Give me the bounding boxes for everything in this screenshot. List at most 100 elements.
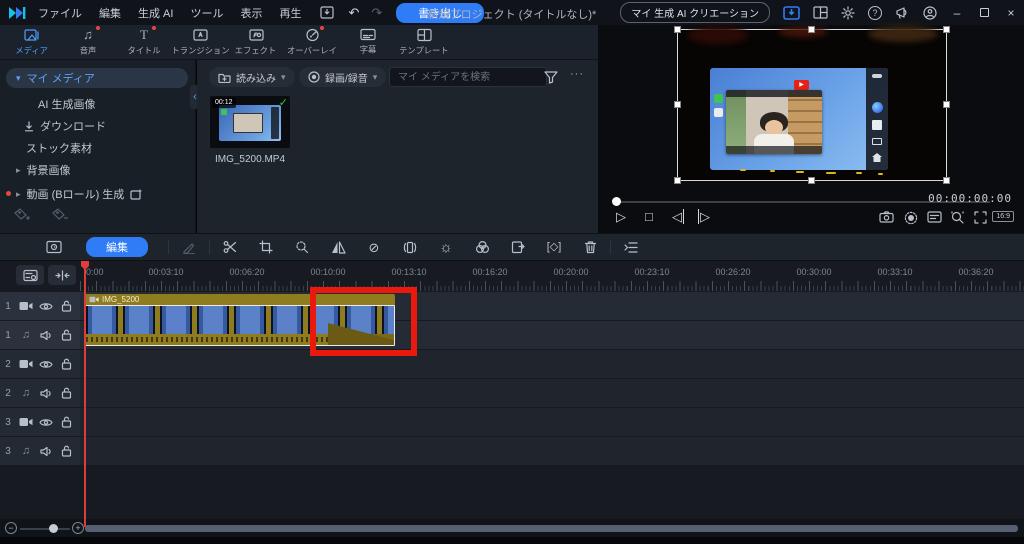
- aspect-ratio-button[interactable]: 16:9: [992, 211, 1014, 222]
- color-adjust-icon[interactable]: ☼: [428, 240, 464, 255]
- sidebar-item-background-images[interactable]: ▸ 背景画像: [16, 162, 71, 178]
- zoom-fit-icon[interactable]: [951, 211, 964, 224]
- sidebar-item-stock-media[interactable]: ストック素材: [26, 140, 92, 156]
- audio-lane-2[interactable]: [80, 379, 1024, 407]
- delete-icon[interactable]: [572, 240, 608, 254]
- save-project-icon[interactable]: [320, 6, 335, 19]
- render-preview-icon[interactable]: [904, 211, 918, 225]
- account-icon[interactable]: [923, 5, 937, 20]
- menu-play[interactable]: 再生: [279, 5, 301, 21]
- layout-icon[interactable]: [813, 6, 828, 19]
- add-tag-icon[interactable]: [14, 208, 30, 221]
- zoom-in-button[interactable]: +: [72, 522, 84, 534]
- media-item-thumbnail[interactable]: 00:12 ✓: [210, 96, 290, 148]
- keyframe-icon[interactable]: [◇]: [536, 241, 572, 254]
- selection-handle-sw[interactable]: [674, 177, 681, 184]
- track-lock-toggle[interactable]: [56, 387, 76, 399]
- next-frame-button[interactable]: ▷: [698, 209, 710, 225]
- selection-handle-nw[interactable]: [674, 26, 681, 33]
- track-visibility-toggle[interactable]: [36, 418, 56, 427]
- tab-audio[interactable]: ♫ 音声: [60, 25, 116, 57]
- export-button[interactable]: 書き出し: [396, 2, 485, 23]
- screen-record-tool-icon[interactable]: [36, 240, 72, 254]
- tab-effects[interactable]: エフェクト: [228, 28, 284, 57]
- fullscreen-icon[interactable]: [974, 211, 987, 224]
- track-mute-toggle[interactable]: [36, 446, 56, 457]
- sidebar-item-my-media[interactable]: ▾ マイ メディア: [6, 68, 188, 88]
- selection-handle-e[interactable]: [943, 101, 950, 108]
- display-sidebar: [866, 68, 888, 170]
- video-lane-2[interactable]: [80, 350, 1024, 378]
- stop-button[interactable]: □: [645, 209, 653, 224]
- notifications-icon[interactable]: [895, 6, 910, 19]
- previous-frame-button[interactable]: ◁: [672, 209, 684, 225]
- tab-templates[interactable]: テンプレート: [396, 28, 452, 57]
- sidebar-item-downloads[interactable]: ダウンロード: [24, 118, 106, 134]
- mirror-flip-icon[interactable]: [320, 240, 356, 254]
- undo-icon[interactable]: ↶: [348, 5, 359, 21]
- track-visibility-toggle[interactable]: [36, 360, 56, 369]
- speed-icon[interactable]: ⊘: [356, 241, 392, 254]
- tab-overlays[interactable]: オーバーレイ: [284, 25, 340, 57]
- update-available-icon[interactable]: [783, 4, 800, 21]
- close-button[interactable]: ×: [1004, 6, 1018, 20]
- sidebar-item-broll-generation[interactable]: ▸ 動画 (Bロール) 生成: [6, 186, 143, 202]
- selection-handle-n[interactable]: [808, 26, 815, 33]
- track-mute-toggle[interactable]: [36, 330, 56, 341]
- snap-toggle-button[interactable]: [48, 265, 76, 285]
- video-lane-3[interactable]: [80, 408, 1024, 436]
- tab-media[interactable]: メディア: [4, 28, 60, 57]
- timeline-horizontal-scrollbar[interactable]: [85, 525, 1018, 532]
- split-scissors-icon[interactable]: [212, 240, 248, 254]
- track-lock-toggle[interactable]: [56, 445, 76, 457]
- selection-handle-s[interactable]: [808, 177, 815, 184]
- playhead[interactable]: [84, 261, 86, 527]
- minimize-button[interactable]: –: [950, 6, 964, 20]
- track-manager-button[interactable]: [16, 265, 44, 285]
- remove-tag-icon[interactable]: [52, 208, 68, 221]
- snapshot-camera-icon[interactable]: [879, 211, 894, 223]
- import-button[interactable]: 読み込み ▾: [209, 67, 295, 87]
- audio-lane-3[interactable]: [80, 437, 1024, 465]
- record-button[interactable]: 録画/録音 ▾: [299, 67, 387, 87]
- menu-file[interactable]: ファイル: [38, 5, 82, 21]
- export-clip-icon[interactable]: [500, 240, 536, 254]
- selection-handle-w[interactable]: [674, 101, 681, 108]
- menu-edit[interactable]: 編集: [99, 5, 121, 21]
- more-options-icon[interactable]: ···: [570, 68, 584, 80]
- stabilization-icon[interactable]: [392, 241, 428, 254]
- menu-generative-ai[interactable]: 生成 AI: [138, 5, 173, 21]
- menu-tools[interactable]: ツール: [190, 5, 223, 21]
- track-visibility-toggle[interactable]: [36, 302, 56, 311]
- tab-titles[interactable]: T タイトル: [116, 25, 172, 57]
- track-lock-toggle[interactable]: [56, 416, 76, 428]
- filter-icon[interactable]: [544, 71, 558, 84]
- media-search-input[interactable]: [389, 67, 547, 87]
- zoom-slider-track[interactable]: [20, 528, 70, 530]
- track-lock-toggle[interactable]: [56, 358, 76, 370]
- settings-gear-icon[interactable]: [841, 5, 855, 20]
- selection-handle-ne[interactable]: [943, 26, 950, 33]
- preview-scrubber-handle[interactable]: [612, 197, 621, 206]
- zoom-out-button[interactable]: −: [5, 522, 17, 534]
- menu-view[interactable]: 表示: [240, 5, 262, 21]
- crop-icon[interactable]: [248, 240, 284, 254]
- help-icon[interactable]: ?: [868, 5, 882, 20]
- marker-list-icon[interactable]: [927, 211, 942, 223]
- selection-handle-se[interactable]: [943, 177, 950, 184]
- zoom-slider-handle[interactable]: [49, 524, 58, 533]
- color-wheel-icon[interactable]: [464, 240, 500, 254]
- track-lock-toggle[interactable]: [56, 300, 76, 312]
- my-ai-creations-button[interactable]: マイ 生成 AI クリエーション: [620, 2, 770, 23]
- sidebar-item-ai-images[interactable]: AI 生成画像: [38, 96, 95, 112]
- smart-cutout-icon[interactable]: [284, 240, 320, 254]
- edit-mode-button[interactable]: 編集: [86, 237, 148, 257]
- track-mute-toggle[interactable]: [36, 388, 56, 399]
- track-lock-toggle[interactable]: [56, 329, 76, 341]
- preview-video-frame[interactable]: ▶: [674, 26, 950, 184]
- tab-subtitles[interactable]: 字幕: [340, 28, 396, 56]
- tab-transitions[interactable]: トランジション: [171, 28, 229, 57]
- insert-to-timeline-icon[interactable]: [613, 241, 649, 254]
- maximize-button[interactable]: [977, 6, 991, 20]
- play-button[interactable]: ▷: [616, 209, 626, 225]
